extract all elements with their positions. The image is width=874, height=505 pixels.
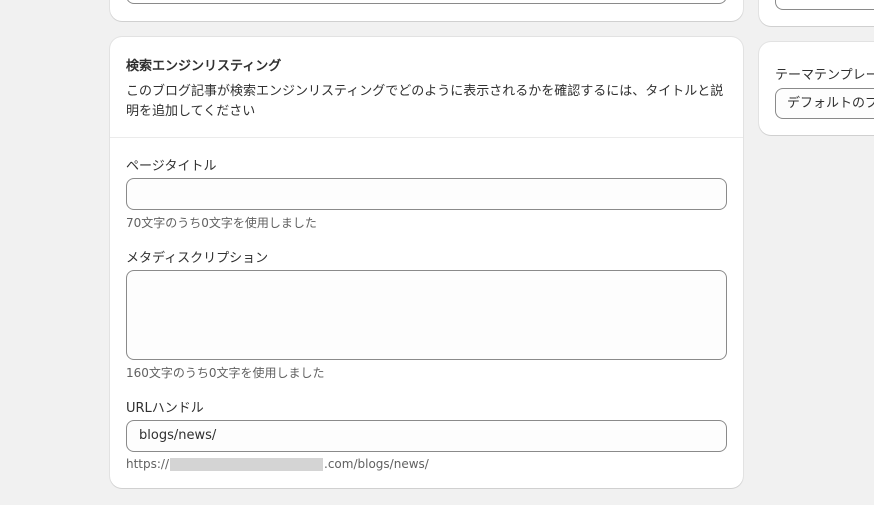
previous-section-input[interactable] [126,0,727,4]
url-preview: https:// .com/blogs/news/ [126,457,429,471]
meta-description-char-count: 160文字のうち0文字を使用しました [126,366,325,380]
right-previous-input[interactable] [775,0,874,10]
meta-description-textarea[interactable] [126,270,727,360]
url-preview-prefix: https:// [126,457,170,471]
theme-template-select[interactable]: デフォルトのブログ記事 [775,88,874,119]
url-handle-label: URLハンドル [126,401,204,416]
seo-section-description: このブログ記事が検索エンジンリスティングでどのように表示されるかを確認するには、… [126,84,724,119]
previous-section-card [110,0,743,21]
meta-description-label: メタディスクリプション [126,251,269,266]
url-handle-input[interactable]: blogs/news/ [126,420,727,452]
right-previous-card [759,0,874,26]
page-title-input[interactable] [126,178,727,210]
page-title-label: ページタイトル [126,159,217,174]
redacted-domain [170,457,324,471]
page-title-char-count: 70文字のうち0文字を使用しました [126,216,317,230]
seo-listing-card: 検索エンジンリスティング このブログ記事が検索エンジンリスティングでどのように表… [110,37,743,488]
url-preview-suffix: .com/blogs/news/ [324,457,429,471]
theme-template-label: テーマテンプレート [775,68,874,83]
theme-template-card: テーマテンプレート デフォルトのブログ記事 [759,42,874,135]
seo-section-title: 検索エンジンリスティング [126,59,282,74]
section-divider [110,137,743,138]
